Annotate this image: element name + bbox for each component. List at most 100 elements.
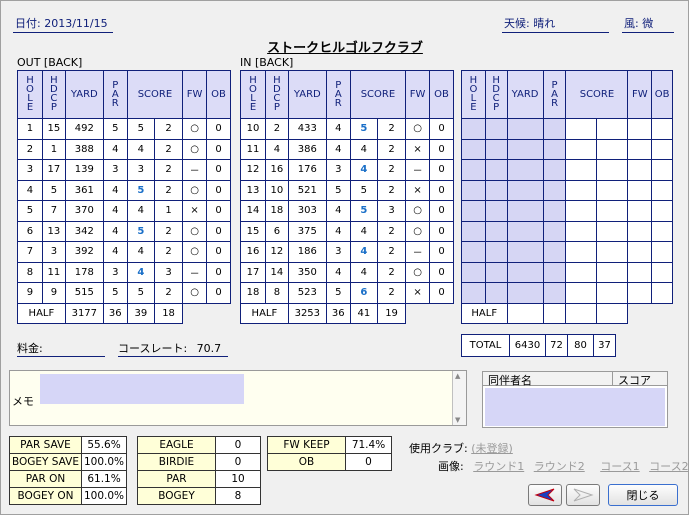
fairway-result: × — [405, 138, 431, 160]
hdcp: 4 — [264, 138, 289, 160]
table-row: 18 8 523 5 6 2 × 0 — [240, 282, 454, 304]
companion-selection[interactable] — [485, 388, 665, 426]
hole-number: 1 — [17, 118, 43, 140]
scroll-up-icon[interactable]: ▲ — [455, 372, 460, 380]
table-row: 16 12 186 3 4 2 － 0 — [240, 241, 454, 263]
image-round2-link[interactable]: ラウンド2 — [534, 460, 585, 473]
image-course1-link[interactable]: コース1 — [600, 460, 639, 473]
fairway-result: ○ — [182, 282, 208, 304]
empty-cell — [651, 159, 673, 181]
hdcp: 17 — [41, 159, 66, 181]
putts: 2 — [165, 246, 172, 258]
par: 4 — [325, 220, 351, 242]
yard: 178 — [64, 261, 104, 283]
total-putts: 37 — [593, 334, 616, 357]
hole-number: 11 — [240, 138, 266, 160]
image-course2-link[interactable]: コース2 — [649, 460, 688, 473]
table-row: 6 13 342 4 5 2 ○ 0 — [17, 220, 231, 242]
in-label: IN [BACK] — [240, 56, 294, 69]
par: 5 — [102, 282, 128, 304]
score-cell: 42 — [349, 138, 407, 160]
empty-cell — [461, 261, 486, 283]
hole-number: 15 — [240, 220, 266, 242]
empty-cell — [542, 261, 567, 283]
empty-cell — [484, 241, 508, 263]
memo-label: メモ — [12, 395, 34, 408]
putts: 2 — [165, 287, 172, 299]
image-row: 画像: ラウンド1 ラウンド2 コース1 コース2 — [438, 458, 689, 474]
half-row: HALF 3177 36 39 18 — [17, 302, 231, 324]
col-ob: OB — [206, 70, 231, 119]
hole-number: 18 — [240, 282, 266, 304]
yard: 139 — [64, 159, 104, 181]
club-link[interactable]: (未登録) — [471, 442, 513, 455]
empty-cell — [542, 118, 567, 140]
strokes: 5 — [351, 201, 378, 221]
stat-value: 100.0% — [80, 487, 128, 505]
strokes: 5 — [128, 180, 155, 200]
companion-name-header[interactable]: 同伴者名 — [483, 372, 613, 387]
empty-cell — [506, 282, 544, 304]
companion-score-header[interactable]: スコア — [613, 372, 667, 387]
par: 3 — [325, 241, 351, 263]
stat-value: 8 — [215, 487, 261, 505]
next-button[interactable] — [566, 484, 600, 506]
ob-count: 0 — [429, 138, 454, 160]
empty-cell — [461, 138, 486, 160]
image-label: 画像: — [438, 460, 464, 473]
table-row: 4 5 361 4 5 2 ○ 0 — [17, 179, 231, 201]
strokes: 4 — [128, 201, 155, 221]
putts: 2 — [388, 143, 395, 155]
putts: 2 — [388, 246, 395, 258]
empty-cell — [627, 200, 653, 222]
strokes: 4 — [128, 242, 155, 262]
hole-number: 13 — [240, 179, 266, 201]
fairway-result: － — [182, 261, 208, 283]
table-row — [461, 261, 673, 283]
empty-cell — [461, 241, 486, 263]
empty-cell — [506, 241, 544, 263]
scroll-down-icon[interactable]: ▼ — [455, 416, 460, 424]
half-putts: 19 — [385, 307, 398, 319]
memo-box[interactable]: メモ ▲ ▼ — [9, 370, 467, 426]
memo-scrollbar[interactable]: ▲ ▼ — [452, 371, 466, 425]
par: 4 — [325, 261, 351, 283]
empty-cell — [651, 241, 673, 263]
empty-cell — [565, 302, 629, 324]
out-scorecard: HOLE HDCP YARD PAR SCORE FW OB 1 15 492 5 5 2… — [17, 70, 231, 324]
table-row: 12 16 176 3 4 2 － 0 — [240, 159, 454, 181]
table-row: 1 15 492 5 5 2 ○ 0 — [17, 118, 231, 140]
empty-cell — [506, 159, 544, 181]
table-row — [461, 220, 673, 242]
memo-text-area[interactable] — [40, 374, 244, 404]
table-row: 2 1 388 4 4 2 ○ 0 — [17, 138, 231, 160]
total-par: 72 — [545, 334, 568, 357]
empty-cell — [484, 159, 508, 181]
empty-cell — [651, 138, 673, 160]
par: 3 — [102, 261, 128, 283]
strokes: 5 — [351, 180, 378, 200]
third-scorecard: HOLE HDCP YARD PAR SCORE FW OB HALF — [461, 70, 673, 324]
hdcp: 18 — [264, 200, 289, 222]
half-strokes: 41 — [351, 303, 378, 323]
close-button[interactable]: 閉じる — [608, 484, 678, 506]
putts: 2 — [388, 287, 395, 299]
companion-list[interactable]: 同伴者名 スコア — [482, 371, 668, 428]
empty-cell — [461, 282, 486, 304]
hole-number: 9 — [17, 282, 43, 304]
putts: 2 — [388, 225, 395, 237]
image-round1-link[interactable]: ラウンド1 — [473, 460, 524, 473]
hdcp: 11 — [41, 261, 66, 283]
club-row: 使用クラブ: (未登録) — [409, 440, 513, 456]
prev-button[interactable] — [528, 484, 562, 506]
ob-count: 0 — [429, 200, 454, 222]
col-hole: HOLE — [240, 70, 266, 119]
hdcp: 9 — [41, 282, 66, 304]
ob-count: 0 — [206, 179, 231, 201]
col-ob: OB — [651, 70, 673, 119]
hdcp: 1 — [41, 138, 66, 160]
total-score: 80 — [567, 334, 594, 357]
stat-label: BOGEY SAVE — [9, 453, 82, 471]
ob-count: 0 — [206, 261, 231, 283]
ob-count: 0 — [206, 159, 231, 181]
